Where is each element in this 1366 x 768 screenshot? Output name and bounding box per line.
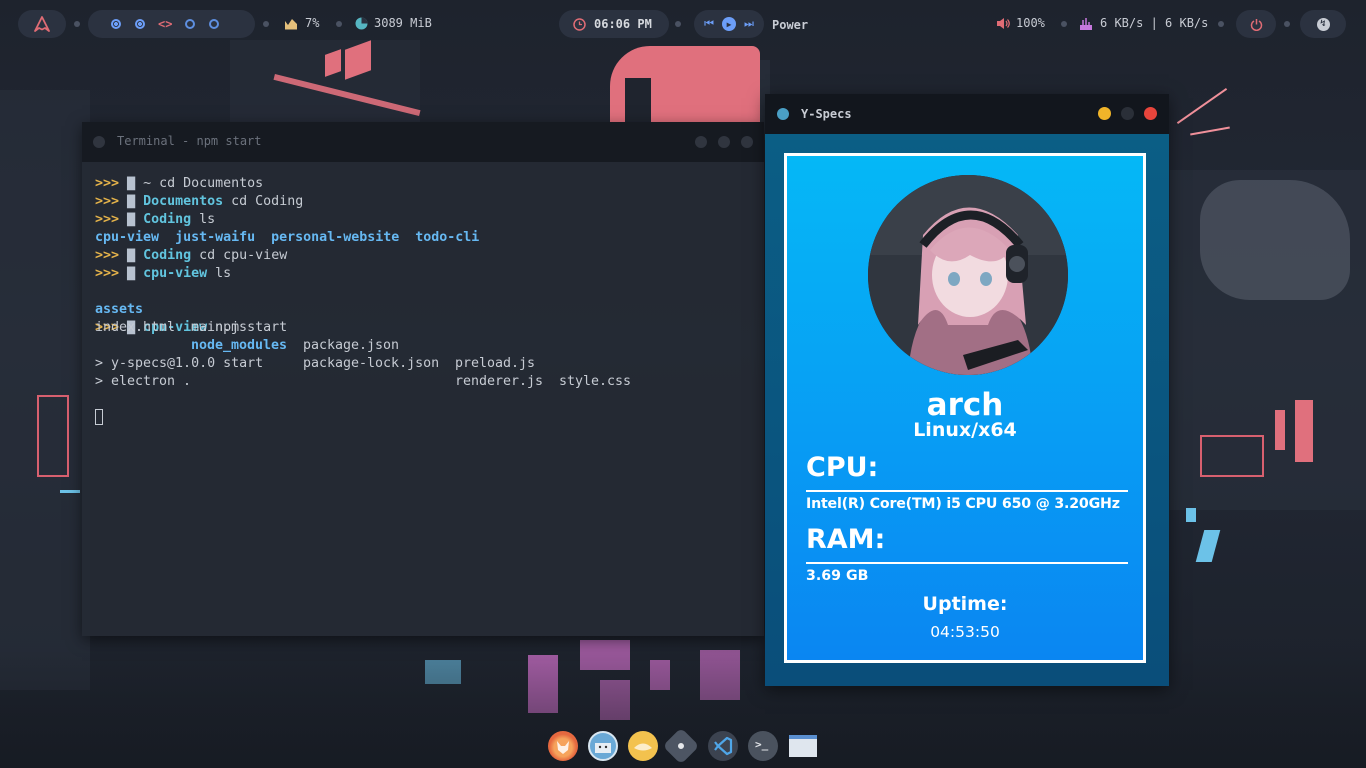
terminal-title: Terminal - npm start <box>117 134 262 148</box>
terminal-menu-icon[interactable] <box>93 136 105 148</box>
terminal-line: >>> ▇ cpu-view ls <box>95 266 232 281</box>
firefox-icon[interactable] <box>548 731 578 761</box>
terminal-line: cpu-view just-waifu personal-website tod… <box>95 230 480 245</box>
ram-label: RAM: <box>806 524 886 555</box>
y-specs-maximize-button[interactable] <box>1121 107 1134 120</box>
uptime-value: 04:53:50 <box>930 623 1000 641</box>
specs-card: arch Linux/x64 CPU: Intel(R) Core(TM) i5… <box>784 153 1146 663</box>
media-title: Power <box>772 18 809 32</box>
terminal-output[interactable]: >>> ▇ ~ cd Documentos >>> ▇ Documentos c… <box>82 162 764 427</box>
workspace-2-icon[interactable] <box>135 19 145 29</box>
y-specs-minimize-button[interactable] <box>1098 107 1111 120</box>
bolt-icon[interactable]: ↯ <box>1316 17 1330 31</box>
workspace-1-icon[interactable] <box>111 19 121 29</box>
avatar <box>868 175 1068 375</box>
terminal-line: >>> ▇ Coding ls <box>95 212 216 227</box>
folder-icon: ▇ <box>127 212 136 227</box>
memory-pie-icon <box>355 17 368 30</box>
y-specs-title: Y-Specs <box>801 107 852 121</box>
terminal-line: >>> ▇ Documentos cd Coding <box>95 194 304 209</box>
folder-icon: ▇ <box>127 194 136 209</box>
folder-icon: ▇ <box>127 266 136 281</box>
folder-icon: ▇ <box>127 176 136 191</box>
ram-divider <box>806 562 1128 564</box>
window-icon[interactable] <box>788 731 818 761</box>
terminal-cursor <box>95 409 103 425</box>
platform: Linux/x64 <box>913 419 1017 441</box>
cpu-value: Intel(R) Core(TM) i5 CPU 650 @ 3.20GHz <box>806 496 1120 512</box>
genie-icon[interactable] <box>628 731 658 761</box>
power-pill[interactable] <box>1236 10 1276 38</box>
workspace-switcher: <> <box>88 10 255 38</box>
cpu-divider <box>806 490 1128 492</box>
folder-icon: ▇ <box>127 248 136 263</box>
hostname: arch <box>926 387 1004 423</box>
network-icon <box>1080 18 1092 30</box>
terminal-close-button[interactable] <box>741 136 753 148</box>
terminal-maximize-button[interactable] <box>718 136 730 148</box>
terminal-titlebar[interactable]: Terminal - npm start <box>82 122 764 162</box>
memory-usage: 3089 MiB <box>374 16 432 30</box>
play-pause-icon[interactable]: ▶ <box>722 17 736 31</box>
cpu-label: CPU: <box>806 452 879 483</box>
y-specs-close-button[interactable] <box>1144 107 1157 120</box>
clock-time: 06:06 PM <box>594 17 652 31</box>
terminal-window[interactable]: Terminal - npm start >>> ▇ ~ cd Document… <box>82 122 764 636</box>
ram-value: 3.69 GB <box>806 568 869 584</box>
clock-pill[interactable]: 06:06 PM <box>559 10 669 38</box>
workspace-3-code-icon[interactable]: <> <box>158 17 172 31</box>
network-speed: 6 KB/s | 6 KB/s <box>1100 16 1209 30</box>
launcher-pill[interactable] <box>18 10 66 38</box>
anime-avatar-image <box>868 175 1068 375</box>
volume-icon[interactable] <box>996 17 1011 30</box>
terminal-line: > electron . <box>95 374 192 389</box>
y-specs-app-icon <box>777 108 789 120</box>
finder-icon[interactable] <box>588 731 618 761</box>
terminal-icon[interactable]: >_ <box>748 731 778 761</box>
next-track-icon[interactable]: ⏭ <box>744 17 754 31</box>
media-controls: ⏮ ▶ ⏭ <box>694 10 764 38</box>
workspace-5-icon[interactable] <box>209 19 220 29</box>
workspace-4-icon[interactable] <box>185 19 196 29</box>
volume-level: 100% <box>1016 16 1045 30</box>
notification-pill[interactable]: ↯ <box>1300 10 1346 38</box>
terminal-line: >>> ▇ Coding cd cpu-view <box>95 248 288 263</box>
terminal-line: assets main.js package.json preload.js s… <box>95 302 632 389</box>
previous-track-icon[interactable]: ⏮ <box>704 17 714 31</box>
clock-icon <box>573 17 586 31</box>
terminal-line: >>> ▇ ~ cd Documentos <box>95 176 264 191</box>
terminal-cursor-line <box>95 409 764 427</box>
cpu-chart-icon <box>285 19 297 30</box>
cpu-usage: 7% <box>305 16 320 30</box>
y-specs-titlebar[interactable]: Y-Specs <box>765 94 1169 134</box>
uptime-label: Uptime: <box>922 593 1008 615</box>
y-specs-window[interactable]: Y-Specs arch Linux/x64 CPU: Intel(R) Cor… <box>765 94 1169 686</box>
terminal-line: index.html node_modules package-lock.jso… <box>95 320 544 389</box>
arch-logo-icon[interactable] <box>34 16 50 32</box>
power-icon[interactable] <box>1250 18 1263 31</box>
terminal-minimize-button[interactable] <box>695 136 707 148</box>
vscode-icon[interactable] <box>708 731 738 761</box>
